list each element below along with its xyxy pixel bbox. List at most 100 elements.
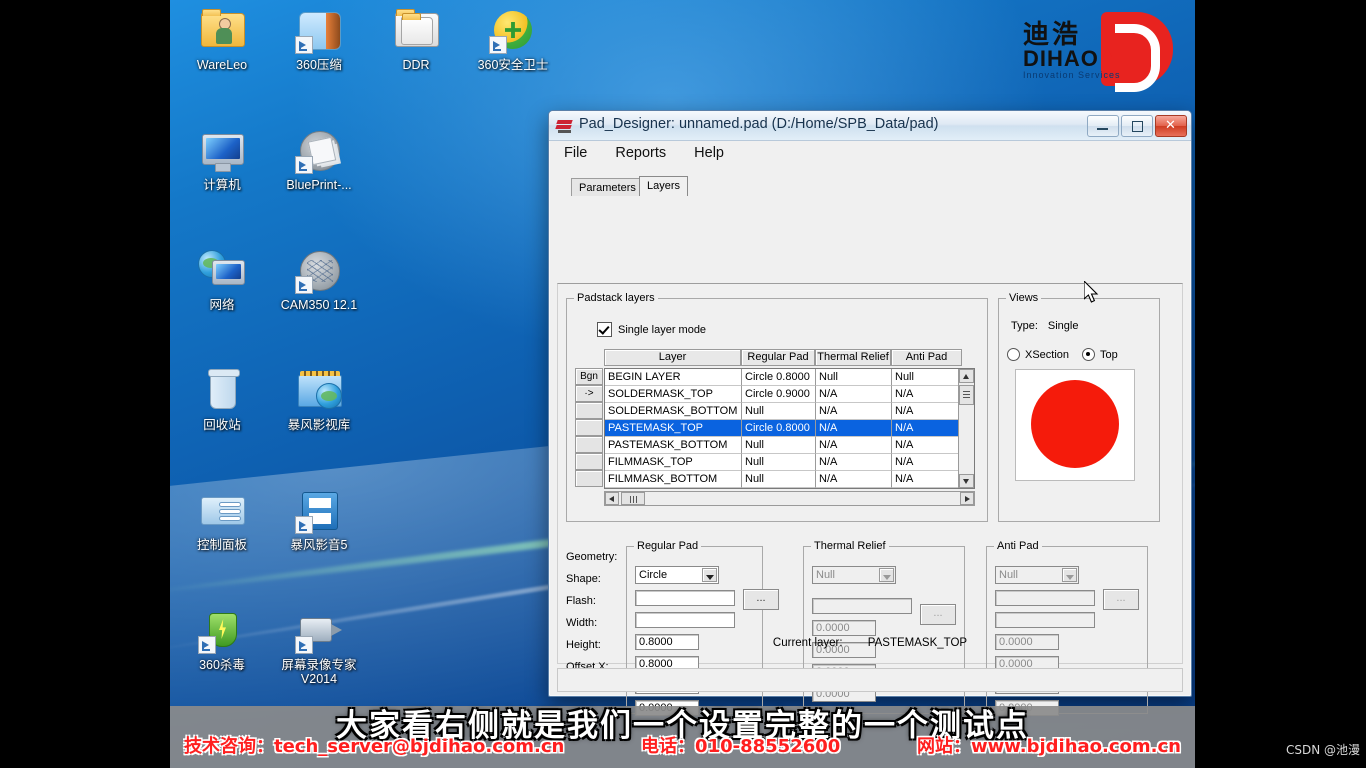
cell-regular-pad[interactable]: Null — [742, 471, 816, 488]
desktop-icon-ddr[interactable]: DDR — [364, 6, 468, 72]
col-header-layer[interactable]: Layer — [604, 349, 741, 366]
thermal-relief-browse-button[interactable]: ... — [920, 604, 956, 625]
menu-reports[interactable]: Reports — [612, 144, 669, 170]
table-row[interactable]: PASTEMASK_BOTTOM Null N/A N/A — [605, 437, 974, 454]
cell-regular-pad[interactable]: Null — [742, 454, 816, 471]
cell-anti-pad[interactable]: N/A — [892, 403, 963, 420]
row-button[interactable] — [575, 402, 603, 419]
radio-top-label[interactable]: Top — [1100, 349, 1118, 361]
cell-regular-pad[interactable]: Circle 0.9000 — [742, 386, 816, 403]
radio-xsection-label[interactable]: XSection — [1025, 349, 1069, 361]
recycle-bin-icon — [198, 366, 246, 414]
single-layer-mode-checkbox[interactable]: Single layer mode — [597, 322, 706, 337]
regular-pad-shape-input[interactable] — [635, 590, 735, 606]
menu-file[interactable]: File — [561, 144, 590, 170]
desktop-icon-blueprint[interactable]: BluePrint-... — [267, 126, 371, 192]
scroll-up-icon[interactable] — [959, 369, 974, 383]
label-flash: Flash: — [566, 595, 596, 607]
row-button[interactable] — [575, 419, 603, 436]
cell-thermal-relief[interactable]: N/A — [816, 386, 892, 403]
table-row-selected[interactable]: PASTEMASK_TOP Circle 0.8000 N/A N/A — [605, 420, 974, 437]
desktop-icon-baofeng-player[interactable]: 暴风影音5 — [267, 486, 371, 552]
cell-layer[interactable]: SOLDERMASK_TOP — [605, 386, 742, 403]
cell-layer[interactable]: PASTEMASK_TOP — [605, 420, 742, 437]
row-button-current[interactable]: ·> — [575, 385, 603, 402]
cell-anti-pad[interactable]: N/A — [892, 454, 963, 471]
col-header-regular-pad[interactable]: Regular Pad — [741, 349, 815, 366]
cell-layer[interactable]: FILMMASK_BOTTOM — [605, 471, 742, 488]
col-header-thermal-relief[interactable]: Thermal Relief — [815, 349, 891, 366]
col-header-anti-pad[interactable]: Anti Pad — [891, 349, 962, 366]
desktop-icon-network[interactable]: 网络 — [170, 246, 274, 312]
close-icon: ✕ — [1165, 118, 1176, 133]
cell-thermal-relief[interactable]: N/A — [816, 437, 892, 454]
table-row[interactable]: FILMMASK_TOP Null N/A N/A — [605, 454, 974, 471]
row-button[interactable] — [575, 436, 603, 453]
regular-pad-browse-button[interactable]: ... — [743, 589, 779, 610]
cell-regular-pad[interactable]: Circle 0.8000 — [742, 420, 816, 437]
cell-layer[interactable]: PASTEMASK_BOTTOM — [605, 437, 742, 454]
regular-pad-flash-input[interactable] — [635, 612, 735, 628]
tab-parameters[interactable]: Parameters — [571, 178, 644, 196]
close-button[interactable]: ✕ — [1155, 115, 1187, 137]
row-button[interactable] — [575, 453, 603, 470]
checkbox-icon — [597, 322, 612, 337]
table-row[interactable]: BEGIN LAYER Circle 0.8000 Null Null — [605, 369, 974, 386]
cell-anti-pad[interactable]: N/A — [892, 420, 963, 437]
desktop-icon-360-security[interactable]: 360安全卫士 — [461, 6, 565, 72]
thermal-relief-geometry-select[interactable]: Null — [812, 566, 896, 584]
minimize-button[interactable] — [1087, 115, 1119, 137]
cell-layer[interactable]: FILMMASK_TOP — [605, 454, 742, 471]
cell-layer[interactable]: BEGIN LAYER — [605, 369, 742, 386]
cell-thermal-relief[interactable]: Null — [816, 369, 892, 386]
maximize-button[interactable] — [1121, 115, 1153, 137]
row-button-bgn[interactable]: Bgn — [575, 368, 603, 385]
desktop-icon-control-panel[interactable]: 控制面板 — [170, 486, 274, 552]
table-row[interactable]: FILMMASK_BOTTOM Null N/A N/A — [605, 471, 974, 488]
desktop-icon-360-antivirus[interactable]: 360杀毒 — [170, 606, 274, 672]
cell-anti-pad[interactable]: N/A — [892, 386, 963, 403]
cell-regular-pad[interactable]: Circle 0.8000 — [742, 369, 816, 386]
cell-thermal-relief[interactable]: N/A — [816, 454, 892, 471]
cell-layer[interactable]: SOLDERMASK_BOTTOM — [605, 403, 742, 420]
tab-layers[interactable]: Layers — [639, 176, 689, 196]
current-layer-value: PASTEMASK_TOP — [867, 637, 968, 649]
table-horizontal-scrollbar[interactable] — [604, 491, 975, 506]
chevron-down-icon[interactable] — [879, 568, 894, 582]
cell-thermal-relief[interactable]: N/A — [816, 471, 892, 488]
cell-regular-pad[interactable]: Null — [742, 437, 816, 454]
radio-top-icon[interactable] — [1082, 348, 1096, 361]
desktop-icon-cam350[interactable]: CAM350 12.1 — [267, 246, 371, 312]
desktop-icon-screen-recorder[interactable]: 屏幕录像专家 V2014 — [267, 606, 371, 686]
table-vertical-scrollbar[interactable] — [958, 369, 974, 488]
scroll-right-icon[interactable] — [960, 492, 974, 505]
desktop-icon-wareleo[interactable]: WareLeo — [170, 6, 274, 72]
cell-anti-pad[interactable]: N/A — [892, 471, 963, 488]
desktop-icon-computer[interactable]: 计算机 — [170, 126, 274, 192]
vertical-scroll-thumb[interactable] — [959, 385, 974, 405]
cell-anti-pad[interactable]: N/A — [892, 437, 963, 454]
regular-pad-geometry-select[interactable]: Circle — [635, 566, 719, 584]
table-row[interactable]: SOLDERMASK_TOP Circle 0.9000 N/A N/A — [605, 386, 974, 403]
title-bar[interactable]: Pad_Designer: unnamed.pad (D:/Home/SPB_D… — [549, 111, 1191, 141]
row-button[interactable] — [575, 470, 603, 487]
cell-thermal-relief[interactable]: N/A — [816, 403, 892, 420]
blueprint-icon — [295, 126, 343, 174]
table-row[interactable]: SOLDERMASK_BOTTOM Null N/A N/A — [605, 403, 974, 420]
menu-help[interactable]: Help — [691, 144, 727, 170]
desktop-icon-baofeng-library[interactable]: 暴风影视库 — [267, 366, 371, 432]
cell-thermal-relief[interactable]: N/A — [816, 420, 892, 437]
anti-pad-geometry-select[interactable]: Null — [995, 566, 1079, 584]
horizontal-scroll-thumb[interactable] — [621, 492, 645, 505]
chevron-down-icon[interactable] — [702, 568, 717, 582]
desktop-icon-360-zip[interactable]: 360压缩 — [267, 6, 371, 72]
cell-regular-pad[interactable]: Null — [742, 403, 816, 420]
cell-anti-pad[interactable]: Null — [892, 369, 963, 386]
scroll-down-icon[interactable] — [959, 474, 974, 488]
desktop-icon-recycle-bin[interactable]: 回收站 — [170, 366, 274, 432]
anti-pad-browse-button[interactable]: ... — [1103, 589, 1139, 610]
radio-xsection-icon[interactable] — [1007, 348, 1020, 361]
zip-archive-icon — [295, 6, 343, 54]
chevron-down-icon[interactable] — [1062, 568, 1077, 582]
scroll-left-icon[interactable] — [605, 492, 619, 505]
